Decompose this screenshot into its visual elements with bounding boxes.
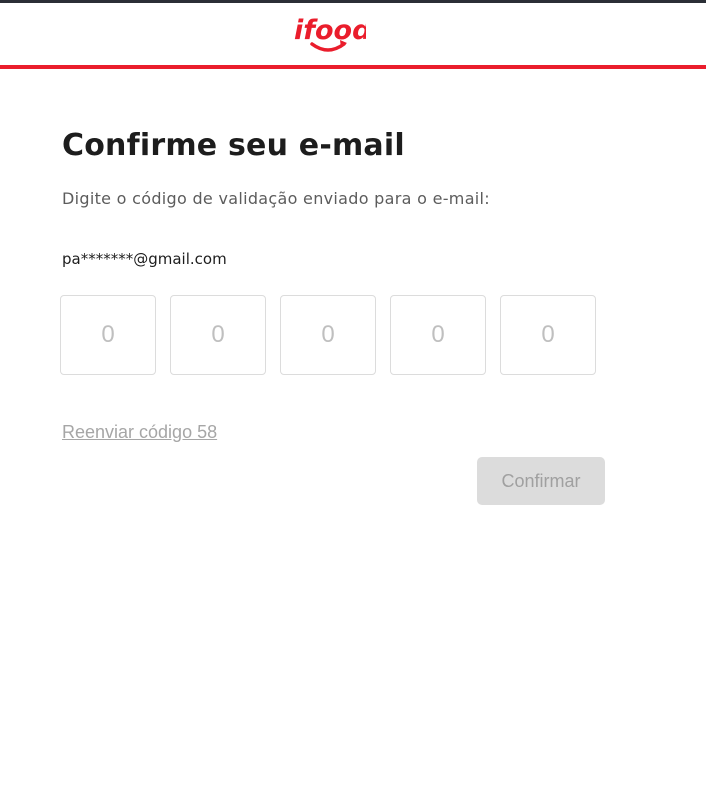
masked-email: pa*******@gmail.com <box>62 250 227 268</box>
code-digit-3-input[interactable] <box>280 295 376 375</box>
code-digit-1-input[interactable] <box>60 295 156 375</box>
code-digit-5-input[interactable] <box>500 295 596 375</box>
header-divider <box>0 65 706 69</box>
ifood-logo[interactable]: ifood <box>292 11 366 59</box>
page-subtitle: Digite o código de validação enviado par… <box>62 189 490 208</box>
code-digit-2-input[interactable] <box>170 295 266 375</box>
header: ifood <box>0 3 706 65</box>
resend-code-link[interactable]: Reenviar código 58 <box>62 422 217 443</box>
code-digit-4-input[interactable] <box>390 295 486 375</box>
logo-text: ifood <box>294 15 366 46</box>
confirm-button[interactable]: Confirmar <box>477 457 605 505</box>
page-title: Confirme seu e-mail <box>62 128 405 163</box>
